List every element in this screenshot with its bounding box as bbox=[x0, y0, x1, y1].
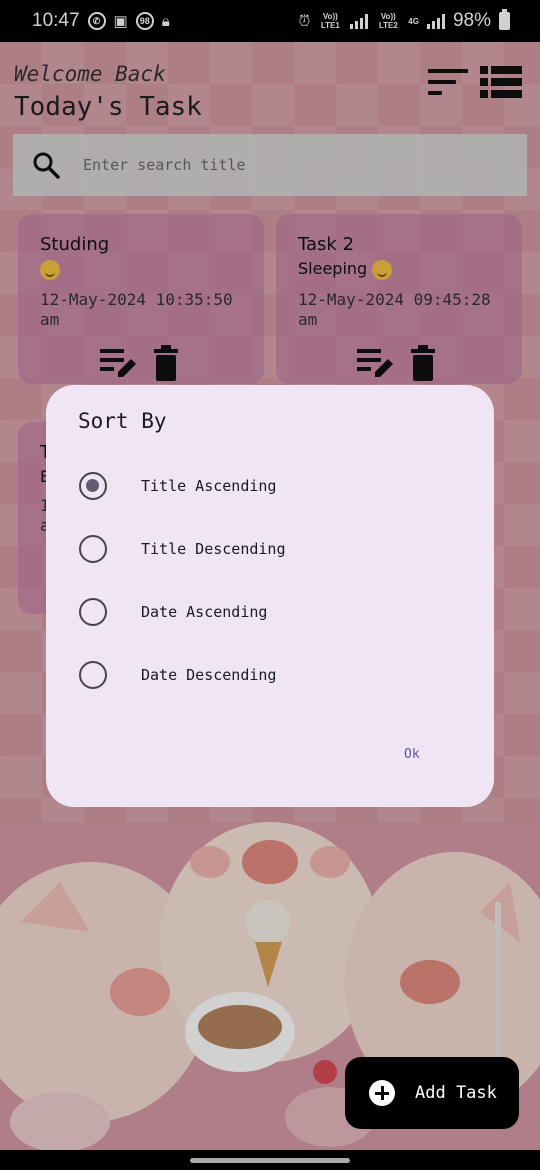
sort-option-title-ascending[interactable]: Title Ascending bbox=[78, 466, 458, 506]
sort-option-title-descending[interactable]: Title Descending bbox=[78, 529, 458, 569]
add-task-button[interactable]: Add Task bbox=[345, 1057, 519, 1129]
add-circle-icon bbox=[369, 1080, 395, 1106]
home-gesture-handle[interactable] bbox=[190, 1158, 350, 1163]
sort-option-date-ascending[interactable]: Date Ascending bbox=[78, 592, 458, 632]
sort-dialog: Sort By Title Ascending Title Descending… bbox=[46, 385, 494, 807]
radio-button-selected[interactable] bbox=[79, 472, 107, 500]
radio-button[interactable] bbox=[79, 661, 107, 689]
option-label: Title Ascending bbox=[141, 477, 277, 495]
add-task-label: Add Task bbox=[415, 1083, 497, 1103]
option-label: Title Descending bbox=[141, 540, 286, 558]
dialog-title: Sort By bbox=[78, 409, 167, 433]
radio-button[interactable] bbox=[79, 535, 107, 563]
sort-option-date-descending[interactable]: Date Descending bbox=[78, 655, 458, 695]
ok-button[interactable]: Ok bbox=[404, 747, 420, 762]
option-label: Date Descending bbox=[141, 666, 277, 684]
radio-button[interactable] bbox=[79, 598, 107, 626]
option-label: Date Ascending bbox=[141, 603, 268, 621]
system-nav-bar bbox=[0, 1150, 540, 1170]
